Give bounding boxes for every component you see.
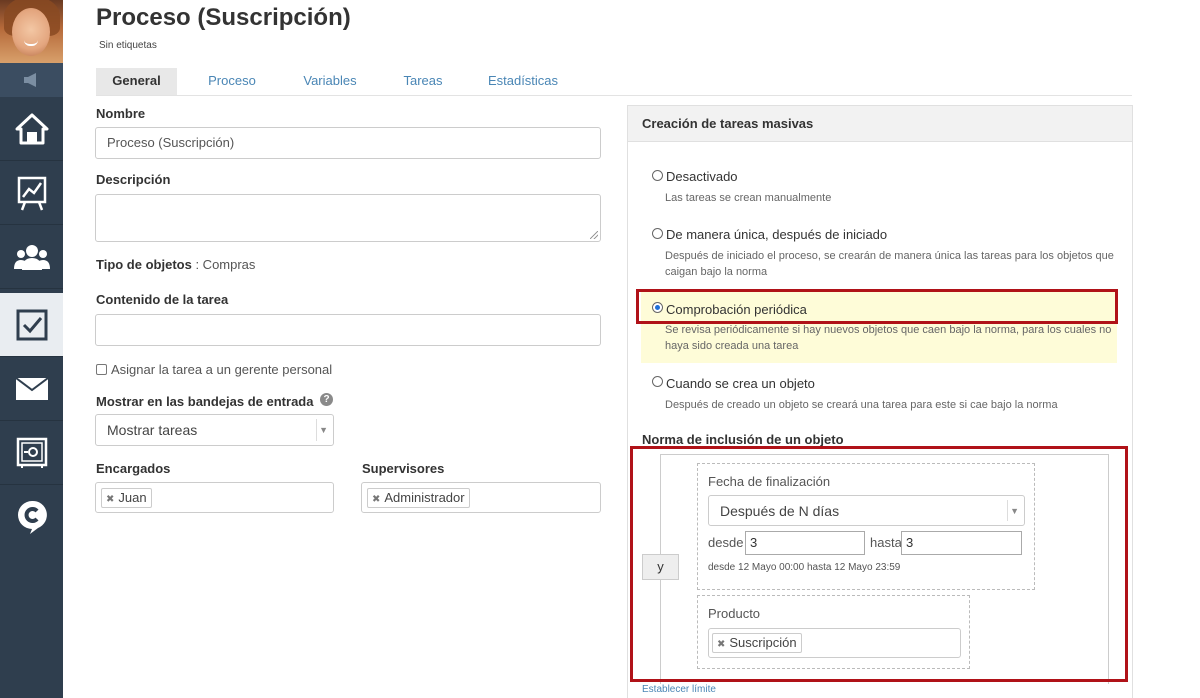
remove-icon[interactable]: ✖ [372, 494, 380, 505]
task-content-label: Contenido de la tarea [96, 292, 229, 307]
sidebar-item-storage[interactable] [0, 421, 63, 485]
chevron-down-icon: ▼ [319, 425, 328, 435]
option-disabled-desc: Las tareas se crean manualmente [665, 192, 832, 204]
callout-box-periodic [636, 289, 1118, 324]
name-label: Nombre [96, 106, 146, 121]
option-periodic-desc: Se revisa periódicamente si hay nuevos o… [665, 324, 1112, 336]
sidebar-item-mail[interactable] [0, 357, 63, 421]
mass-creation-header: Creación de tareas masivas [628, 106, 1132, 142]
object-type-label: Tipo de objetos [96, 257, 192, 272]
option-once-label[interactable]: De manera única, después de iniciado [666, 227, 887, 242]
assignee-token[interactable]: ✖ Juan [101, 488, 152, 508]
option-disabled-label[interactable]: Desactivado [666, 169, 738, 184]
radio-on-create[interactable] [652, 376, 663, 387]
radio-disabled[interactable] [652, 170, 663, 181]
supervisors-label: Supervisores [362, 461, 445, 476]
tab-variables[interactable]: Variables [292, 68, 368, 95]
supervisor-name: Administrador [384, 490, 465, 505]
assignees-label: Encargados [96, 461, 171, 476]
radio-once[interactable] [652, 228, 663, 239]
inbox-select[interactable]: Mostrar tareas ▼ [95, 414, 334, 446]
callout-box-rule [630, 446, 1128, 682]
users-icon [13, 244, 50, 270]
chart-board-icon [17, 176, 46, 210]
tags-label[interactable]: Sin etiquetas [99, 40, 157, 51]
tasks-check-icon [16, 309, 47, 340]
supervisors-input[interactable]: ✖ Administrador [361, 482, 601, 513]
sidebar-item-tasks[interactable] [0, 293, 63, 357]
remove-icon[interactable]: ✖ [106, 494, 114, 505]
name-input[interactable]: Proceso (Suscripción) [95, 127, 601, 159]
sidebar-item-home[interactable] [0, 97, 63, 161]
chat-c-icon [17, 500, 47, 534]
description-textarea[interactable] [95, 194, 601, 242]
tab-bar: General Proceso Variables Tareas Estadís… [96, 68, 1132, 96]
page-title: Proceso (Suscripción) [96, 4, 351, 31]
option-on-create-label[interactable]: Cuando se crea un objeto [666, 376, 815, 391]
set-limit-link[interactable]: Establecer límite [642, 684, 716, 695]
rule-title: Norma de inclusión de un objeto [642, 432, 844, 447]
sidebar-item-contacts[interactable] [0, 225, 63, 289]
sidebar-item-analytics[interactable] [0, 161, 63, 225]
object-type-row: Tipo de objetos : Compras [96, 257, 255, 272]
avatar[interactable] [0, 0, 63, 63]
help-icon[interactable]: ? [320, 393, 333, 406]
option-once-desc: Después de iniciado el proceso, se crear… [665, 250, 1114, 262]
assign-manager-label[interactable]: Asignar la tarea a un gerente personal [111, 362, 332, 377]
resize-handle-icon[interactable] [590, 231, 598, 239]
option-once-desc-2: caigan bajo la norma [665, 266, 768, 278]
option-on-create-desc: Después de creado un objeto se creará un… [665, 399, 1058, 411]
safe-icon [16, 437, 47, 468]
sidebar-item-chat[interactable] [0, 485, 63, 549]
inbox-label: Mostrar en las bandejas de entrada [96, 394, 314, 409]
tab-tasks[interactable]: Tareas [394, 68, 452, 95]
inbox-select-value: Mostrar tareas [107, 422, 198, 438]
assignee-name: Juan [118, 490, 147, 505]
home-icon [15, 113, 48, 144]
description-label: Descripción [96, 172, 171, 187]
tab-general[interactable]: General [96, 68, 177, 95]
assign-manager-checkbox[interactable] [96, 364, 107, 375]
tab-statistics[interactable]: Estadísticas [481, 68, 565, 95]
tab-process[interactable]: Proceso [196, 68, 268, 95]
task-content-input[interactable] [95, 314, 601, 346]
object-type-value: : Compras [195, 257, 256, 272]
mail-icon [14, 376, 49, 400]
sidebar [0, 0, 63, 698]
announcement-icon[interactable] [0, 63, 63, 97]
option-periodic-desc-2: haya sido creada una tarea [665, 340, 799, 352]
assignees-input[interactable]: ✖ Juan [95, 482, 334, 513]
supervisor-token[interactable]: ✖ Administrador [367, 488, 470, 508]
